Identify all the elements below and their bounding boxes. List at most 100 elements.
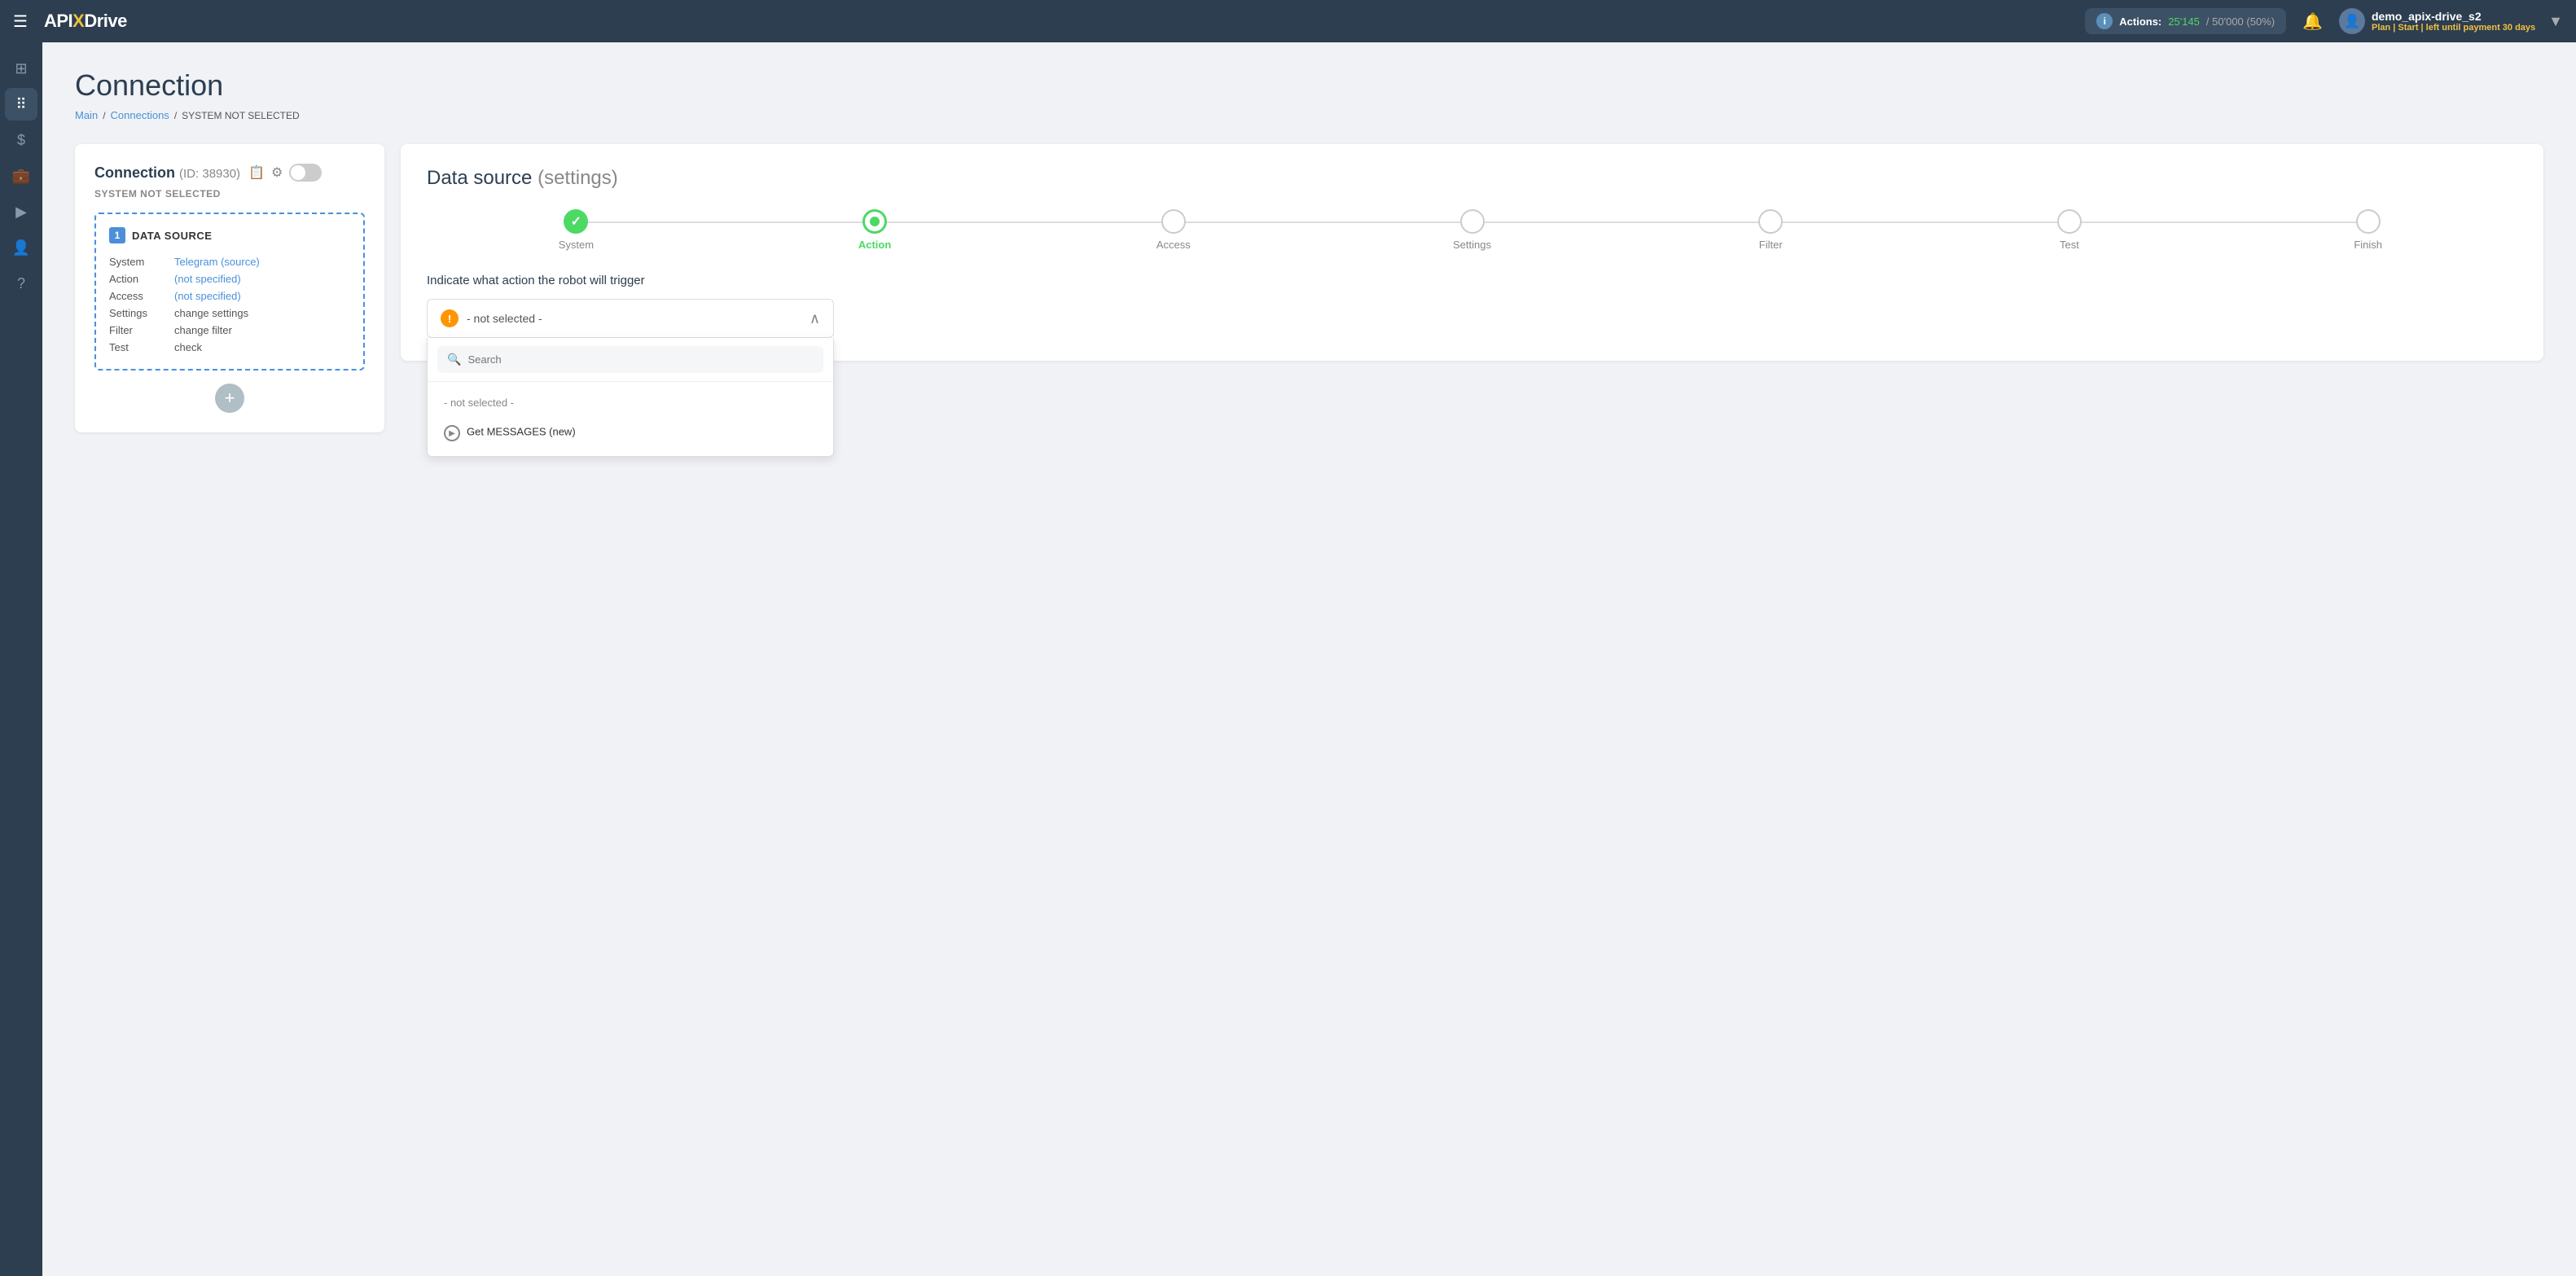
bell-icon[interactable]: 🔔 [2302,11,2323,32]
table-row: Filterchange filter [109,322,350,339]
table-cell-label: Access [109,287,174,305]
chevron-down-icon[interactable]: ▼ [2548,13,2563,30]
ds-table: SystemTelegram (source)Action(not specif… [109,253,350,356]
step-test: Test [1920,209,2219,251]
sidebar: ⊞ ⠿ $ 💼 ▶ 👤 ? [0,42,42,1276]
table-cell-label: Filter [109,322,174,339]
step-circle: ✓ [564,209,588,234]
logo: APIXDrive [44,11,127,32]
steps: ✓ System Action Access SettingsFilter Test Fin… [427,209,2517,251]
step-action: Action [726,209,1025,251]
sidebar-item-user[interactable]: 👤 [5,231,37,264]
page-title: Connection [75,68,2543,103]
ds-header: 1 DATA SOURCE [109,227,350,243]
right-card-title: Data source (settings) [427,167,2517,190]
step-circle [1758,209,1783,234]
dropdown-option[interactable]: ▶Get MESSAGES (new) [428,417,833,449]
step-circle [2057,209,2082,234]
table-row: Action(not specified) [109,270,350,287]
ds-title: DATA SOURCE [132,230,212,242]
user-section: 👤 demo_apix-drive_s2 Plan | Start | left… [2339,8,2563,34]
breadcrumb-current: SYSTEM NOT SELECTED [182,110,299,121]
search-box: 🔍 [428,338,833,382]
system-not-selected: SYSTEM NOT SELECTED [94,188,365,200]
action-prompt: Indicate what action the robot will trig… [427,274,2517,287]
step-label: Action [858,239,891,251]
dropdown-option[interactable]: - not selected - [428,388,833,417]
info-icon: i [2096,13,2113,29]
breadcrumb-connections[interactable]: Connections [111,109,169,121]
user-info: demo_apix-drive_s2 Plan | Start | left u… [2372,10,2535,33]
sidebar-item-briefcase[interactable]: 💼 [5,160,37,192]
table-cell-label: Test [109,339,174,356]
main-layout: ⊞ ⠿ $ 💼 ▶ 👤 ? Connection Main / Connecti… [0,42,2576,1276]
sidebar-item-connections[interactable]: ⠿ [5,88,37,121]
table-row: Access(not specified) [109,287,350,305]
step-filter: Filter [1622,209,1920,251]
actions-label: Actions: [2119,15,2161,28]
step-label: Test [2060,239,2079,251]
step-circle [862,209,887,234]
table-cell-value[interactable]: (not specified) [174,270,350,287]
add-button[interactable]: + [215,384,244,413]
user-name: demo_apix-drive_s2 [2372,10,2535,23]
dropdown-selected-left: ! - not selected - [441,309,542,327]
step-circle [1460,209,1485,234]
table-cell-value: check [174,339,350,356]
step-system: ✓ System [427,209,726,251]
data-source-box: 1 DATA SOURCE SystemTelegram (source)Act… [94,213,365,371]
search-input-wrap: 🔍 [437,346,823,373]
step-label: Finish [2354,239,2382,251]
table-row: Testcheck [109,339,350,356]
gear-icon[interactable]: ⚙ [271,164,283,181]
table-cell-label: System [109,253,174,270]
user-plan: Plan | Start | left until payment 30 day… [2372,23,2535,33]
navbar: ☰ APIXDrive i Actions: 25'145 / 50'000 (… [0,0,2576,42]
step-label: System [559,239,594,251]
step-circle [1161,209,1186,234]
step-settings: Settings [1323,209,1622,251]
actions-total: / 50'000 (50%) [2206,15,2275,28]
table-cell-value[interactable]: Telegram (source) [174,253,350,270]
cards-row: Connection (ID: 38930) 📋 ⚙ SYSTEM NOT SE… [75,144,2543,432]
step-label: Access [1156,239,1191,251]
dropdown-trigger[interactable]: ! - not selected - ∧ [427,299,834,338]
step-access: Access [1024,209,1323,251]
warning-icon: ! [441,309,459,327]
card-title: Connection (ID: 38930) [94,164,240,182]
actions-used: 25'145 [2168,15,2200,28]
hamburger-icon[interactable]: ☰ [13,11,28,32]
dropdown-panel: 🔍 - not selected -▶Get MESSAGES (new) [427,338,834,457]
dropdown-container: ! - not selected - ∧ 🔍 - not selected [427,299,834,338]
step-circle [2356,209,2381,234]
sidebar-item-billing[interactable]: $ [5,124,37,156]
logo-drive: Drive [84,11,127,32]
dropdown-options: - not selected -▶Get MESSAGES (new) [428,382,833,456]
toggle-switch[interactable] [289,164,322,182]
table-row: Settingschange settings [109,305,350,322]
step-finish: Finish [2218,209,2517,251]
sidebar-item-play[interactable]: ▶ [5,195,37,228]
ds-number: 1 [109,227,125,243]
search-icon: 🔍 [447,353,461,366]
actions-badge: i Actions: 25'145 / 50'000 (50%) [2085,8,2286,34]
table-cell-value: change settings [174,305,350,322]
copy-icon[interactable]: 📋 [248,164,265,181]
sidebar-item-home[interactable]: ⊞ [5,52,37,85]
logo-x: X [72,11,84,32]
table-cell-value: change filter [174,322,350,339]
dropdown-selected-text: - not selected - [467,312,542,325]
left-card: Connection (ID: 38930) 📋 ⚙ SYSTEM NOT SE… [75,144,384,432]
table-cell-value[interactable]: (not specified) [174,287,350,305]
play-icon: ▶ [444,425,460,441]
table-cell-label: Settings [109,305,174,322]
breadcrumb-main[interactable]: Main [75,109,98,121]
search-input[interactable] [467,353,814,366]
sidebar-item-help[interactable]: ? [5,267,37,300]
card-header: Connection (ID: 38930) 📋 ⚙ [94,164,365,182]
logo-api: API [44,11,72,32]
right-card: Data source (settings) ✓ System Action Acce… [401,144,2543,361]
chevron-up-icon: ∧ [810,310,820,327]
card-icons: 📋 ⚙ [248,164,322,182]
content: Connection Main / Connections / SYSTEM N… [42,42,2576,1276]
